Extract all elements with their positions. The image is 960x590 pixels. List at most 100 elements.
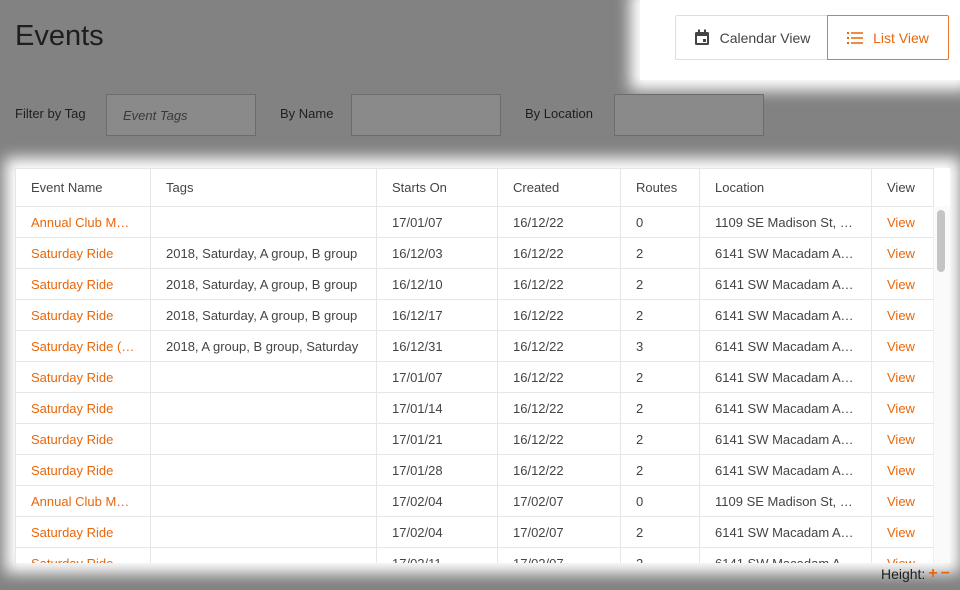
column-header-tags[interactable]: Tags xyxy=(150,168,377,207)
created-cell: 16/12/22 xyxy=(497,330,621,362)
event-name-link[interactable]: Saturday Ride xyxy=(15,454,151,486)
created-cell: 17/02/07 xyxy=(497,547,621,563)
created-cell: 16/12/22 xyxy=(497,299,621,331)
created-cell: 16/12/22 xyxy=(497,392,621,424)
event-name-link[interactable]: Saturday Ride (Open) xyxy=(15,330,151,362)
event-name-link[interactable]: Saturday Ride xyxy=(15,299,151,331)
location-filter-input[interactable] xyxy=(614,94,764,136)
filter-name-label: By Name xyxy=(280,106,334,121)
list-view-label: List View xyxy=(873,29,929,46)
event-name-link[interactable]: Saturday Ride xyxy=(15,392,151,424)
filter-tag-label: Filter by Tag xyxy=(15,106,86,121)
event-name-link[interactable]: Annual Club Meeting xyxy=(15,485,151,517)
starts-on-cell: 17/01/14 xyxy=(376,392,498,424)
event-tags-cell xyxy=(150,206,377,238)
event-tags-input[interactable] xyxy=(106,94,256,136)
column-header-event-name[interactable]: Event Name xyxy=(15,168,151,207)
created-cell: 16/12/22 xyxy=(497,206,621,238)
event-name-link[interactable]: Saturday Ride xyxy=(15,547,151,563)
event-name-link[interactable]: Saturday Ride xyxy=(15,237,151,269)
location-cell: 6141 SW Macadam Ave, Portland xyxy=(699,268,872,300)
table-row[interactable]: Saturday Ride 17/01/07 16/12/22 2 6141 SW Ma… xyxy=(15,361,934,393)
calendar-view-button[interactable]: Calendar View xyxy=(675,15,828,60)
event-tags-cell: 2018, Saturday, A group, B group xyxy=(150,299,377,331)
view-link[interactable]: View xyxy=(887,308,915,323)
routes-cell: 3 xyxy=(620,330,700,362)
view-toggle: Calendar View List View xyxy=(640,0,960,80)
table-row[interactable]: Saturday Ride 17/01/28 16/12/22 2 6141 SW Ma… xyxy=(15,454,934,486)
event-name-link[interactable]: Saturday Ride xyxy=(15,361,151,393)
view-link[interactable]: View xyxy=(887,246,915,261)
table-row[interactable]: Saturday Ride 2018, Saturday, A group, B … xyxy=(15,299,934,331)
routes-cell: 2 xyxy=(620,299,700,331)
filter-location-label: By Location xyxy=(525,106,593,121)
table-row[interactable]: Saturday Ride 17/02/11 17/02/07 2 6141 SW Ma… xyxy=(15,547,934,564)
calendar-icon xyxy=(694,29,709,45)
view-link[interactable]: View xyxy=(887,556,915,564)
starts-on-cell: 16/12/17 xyxy=(376,299,498,331)
location-cell: 6141 SW Macadam Ave, Portland xyxy=(699,454,872,486)
column-header-view: View xyxy=(871,168,934,207)
event-name-link[interactable]: Saturday Ride xyxy=(15,516,151,548)
list-view-button[interactable]: List View xyxy=(827,15,949,60)
view-link[interactable]: View xyxy=(887,432,915,447)
routes-cell: 2 xyxy=(620,547,700,563)
event-name-link[interactable]: Saturday Ride xyxy=(15,268,151,300)
starts-on-cell: 17/01/21 xyxy=(376,423,498,455)
table-row[interactable]: Saturday Ride 2018, Saturday, A group, B … xyxy=(15,237,934,269)
starts-on-cell: 17/02/04 xyxy=(376,516,498,548)
view-link[interactable]: View xyxy=(887,277,915,292)
event-tags-cell xyxy=(150,516,377,548)
location-cell: 6141 SW Macadam Ave, Portland xyxy=(699,392,872,424)
view-link[interactable]: View xyxy=(887,401,915,416)
event-tags-cell xyxy=(150,547,377,563)
view-cell: View xyxy=(871,237,934,269)
routes-cell: 2 xyxy=(620,392,700,424)
column-header-routes[interactable]: Routes xyxy=(620,168,700,207)
events-table-panel: Event Name Tags Starts On Created Routes… xyxy=(15,168,950,563)
table-header-row: Event Name Tags Starts On Created Routes… xyxy=(15,168,934,207)
calendar-view-label: Calendar View xyxy=(719,29,811,46)
routes-cell: 2 xyxy=(620,268,700,300)
event-name-link[interactable]: Saturday Ride xyxy=(15,423,151,455)
starts-on-cell: 17/02/04 xyxy=(376,485,498,517)
routes-cell: 2 xyxy=(620,361,700,393)
event-tags-cell xyxy=(150,454,377,486)
name-filter-input[interactable] xyxy=(351,94,501,136)
view-link[interactable]: View xyxy=(887,525,915,540)
table-row[interactable]: Saturday Ride 17/01/14 16/12/22 2 6141 SW Ma… xyxy=(15,392,934,424)
view-link[interactable]: View xyxy=(887,339,915,354)
increase-height-button[interactable]: + xyxy=(928,566,937,582)
location-cell: 6141 SW Macadam Ave, Portland xyxy=(699,237,872,269)
starts-on-cell: 17/01/07 xyxy=(376,361,498,393)
table-row[interactable]: Saturday Ride (Open) 2018, A group, B gro… xyxy=(15,330,934,362)
event-tags-cell: 2018, Saturday, A group, B group xyxy=(150,268,377,300)
view-link[interactable]: View xyxy=(887,370,915,385)
view-link[interactable]: View xyxy=(887,215,915,230)
table-row[interactable]: Saturday Ride 2018, Saturday, A group, B … xyxy=(15,268,934,300)
events-table: Event Name Tags Starts On Created Routes… xyxy=(15,168,934,563)
column-header-starts-on[interactable]: Starts On xyxy=(376,168,498,207)
created-cell: 16/12/22 xyxy=(497,237,621,269)
routes-cell: 0 xyxy=(620,206,700,238)
view-cell: View xyxy=(871,516,934,548)
table-row[interactable]: Annual Club Meeting 17/01/07 16/12/22 0 1109… xyxy=(15,206,934,238)
decrease-height-button[interactable]: − xyxy=(941,566,950,582)
location-cell: 6141 SW Macadam Ave, Portland xyxy=(699,299,872,331)
routes-cell: 2 xyxy=(620,237,700,269)
starts-on-cell: 17/01/28 xyxy=(376,454,498,486)
view-link[interactable]: View xyxy=(887,494,915,509)
view-link[interactable]: View xyxy=(887,463,915,478)
event-name-link[interactable]: Annual Club Meeting xyxy=(15,206,151,238)
table-row[interactable]: Annual Club Meeting 17/02/04 17/02/07 0 1109… xyxy=(15,485,934,517)
location-cell: 6141 SW Macadam Ave, Portland xyxy=(699,423,872,455)
scrollbar-thumb[interactable] xyxy=(937,210,945,272)
location-cell: 1109 SE Madison St, Portland xyxy=(699,206,872,238)
column-header-location[interactable]: Location xyxy=(699,168,872,207)
table-row[interactable]: Saturday Ride 17/02/04 17/02/07 2 6141 SW Ma… xyxy=(15,516,934,548)
view-cell: View xyxy=(871,454,934,486)
table-row[interactable]: Saturday Ride 17/01/21 16/12/22 2 6141 SW Ma… xyxy=(15,423,934,455)
created-cell: 17/02/07 xyxy=(497,516,621,548)
column-header-created[interactable]: Created xyxy=(497,168,621,207)
starts-on-cell: 17/02/11 xyxy=(376,547,498,563)
